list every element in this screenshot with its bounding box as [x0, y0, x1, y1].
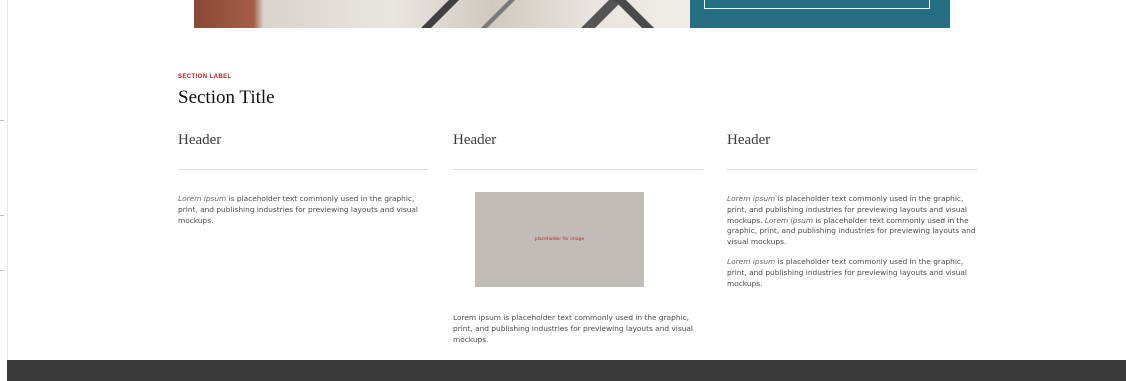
column-paragraph: Lorem ipsum is placeholder text commonly…: [178, 194, 432, 226]
image-placeholder: placeholder for image: [475, 192, 644, 287]
edge-tick: [0, 270, 4, 271]
column-divider: [453, 169, 703, 170]
column-paragraph: Lorem ipsum is placeholder text commonly…: [453, 313, 693, 344]
hero-photo: [194, 0, 690, 28]
page-footer: [7, 360, 1126, 381]
column-header: Header: [453, 132, 497, 148]
edge-tick: [0, 215, 4, 216]
section-title: Section Title: [178, 87, 275, 108]
column-header: Header: [178, 132, 222, 148]
content-column-3: Header Lorem ipsum is placeholder text c…: [727, 130, 981, 289]
paragraph-emphasis: Lorem ipsum: [764, 215, 814, 225]
hero-photo-detail: [419, 0, 459, 28]
column-paragraph: Lorem ipsum is placeholder text commonly…: [727, 194, 981, 248]
column-divider: [178, 169, 428, 170]
hero-photo-detail: [614, 0, 656, 28]
column-paragraph: Lorem ipsum is placeholder text commonly…: [727, 257, 981, 289]
hero-panel: [690, 0, 950, 28]
paragraph-emphasis: Lorem ipsum: [178, 194, 227, 203]
hero-photo-detail: [479, 0, 515, 28]
column-header: Header: [727, 132, 771, 148]
section-label: SECTION LABEL: [178, 74, 232, 80]
content-column-2: Header placeholder for image Lorem ipsum…: [453, 130, 707, 345]
image-placeholder-label: placeholder for image: [534, 237, 585, 242]
hero-panel-button[interactable]: [704, 0, 930, 9]
edge-tick: [0, 120, 4, 121]
hero-banner: [194, 0, 950, 28]
column-divider: [727, 169, 977, 170]
page-left-edge: [0, 0, 8, 360]
content-column-1: Header Lorem ipsum is placeholder text c…: [178, 130, 432, 226]
paragraph-emphasis: Lorem ipsum: [727, 256, 776, 266]
paragraph-emphasis: Lorem ipsum: [727, 194, 776, 203]
hero-photo-detail: [579, 0, 623, 28]
